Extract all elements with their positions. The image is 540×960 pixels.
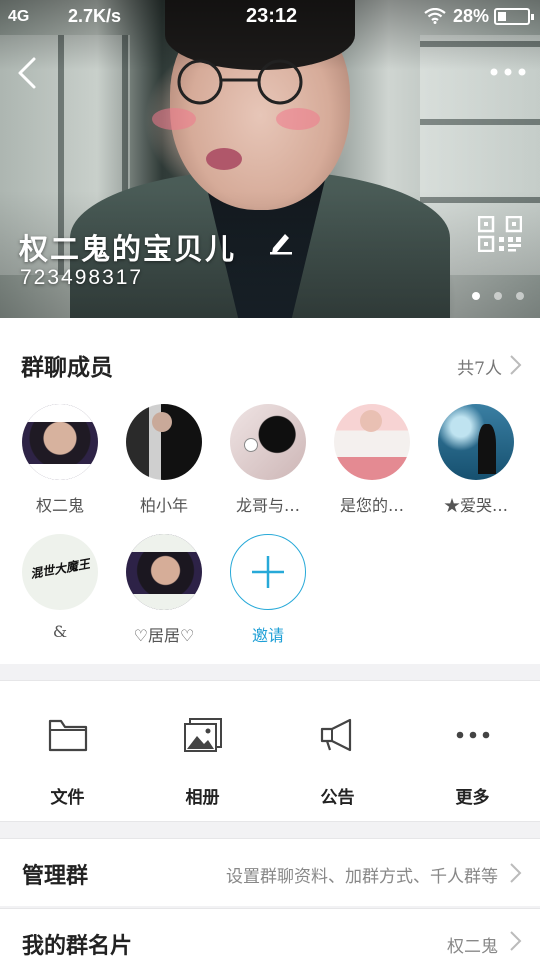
action-label: 文件 [50,788,85,808]
avatar [230,404,306,480]
row-label: 我的群名片 [22,933,133,959]
invite-label: 邀请 [251,626,284,645]
group-name: 权二鬼的宝贝儿 [19,232,237,266]
clock: 23:12 [246,5,298,27]
member-name: 龙哥与… [235,496,300,515]
manage-group-row[interactable]: 管理群 设置群聊资料、加群方式、千人群等 [0,838,540,906]
action-label: 更多 [455,788,490,808]
qr-code-icon[interactable] [478,216,522,252]
chevron-right-icon[interactable] [508,354,522,376]
wifi-icon [424,8,446,24]
row-label: 管理群 [22,863,89,889]
group-actions: 文件 相册 公告 更多 [0,680,540,822]
album-icon [184,718,222,752]
members-title: 群聊成员 [21,354,113,381]
member-item[interactable]: 柏小年 [114,404,214,516]
edit-pencil-icon[interactable] [268,231,294,255]
battery-icon [494,8,534,25]
member-item[interactable]: 权二鬼 [10,404,110,516]
battery-level [498,12,506,21]
network-indicator: 4G [8,8,30,25]
action-announcement[interactable]: 公告 [270,681,405,823]
member-item[interactable]: ★爱哭… [426,404,526,516]
avatar-calligraphy: 混世大魔王 [29,556,91,582]
member-name: 权二鬼 [35,496,84,515]
action-label: 相册 [185,788,220,808]
member-item[interactable]: ♡居居♡ [114,534,214,646]
more-horizontal-icon [456,731,490,739]
chevron-right-icon [510,863,522,883]
members-section: 群聊成员 共7人 权二鬼 柏小年 龙哥与… 是您的… ★爱哭… 混世大魔王 & … [0,318,540,664]
battery-percent: 28% [453,6,490,26]
member-name: 柏小年 [139,496,188,515]
folder-icon [48,719,88,752]
member-item[interactable]: 混世大魔王 & [10,534,110,641]
chevron-right-icon [510,931,522,951]
avatar [22,404,98,480]
member-name: 是您的… [339,496,404,515]
member-name: ♡居居♡ [133,626,195,645]
page-dot [494,292,502,300]
row-value: 权二鬼 [447,937,498,957]
add-icon[interactable] [230,534,306,610]
action-files[interactable]: 文件 [0,681,135,823]
member-item[interactable]: 是您的… [322,404,422,516]
invite-button[interactable]: 邀请 [218,534,318,646]
avatar [334,404,410,480]
status-bar: 4G 2.7K/s 23:12 28% [0,0,540,34]
action-label: 公告 [320,788,355,808]
page-dot-active [472,292,480,300]
group-id: 723498317 [20,266,144,289]
action-album[interactable]: 相册 [135,681,270,823]
cover-page-indicator [472,292,524,302]
avatar [126,534,202,610]
megaphone-icon [320,718,352,752]
avatar: 混世大魔王 [22,534,98,610]
member-name: & [52,622,68,641]
members-count[interactable]: 共7人 [457,354,502,379]
page-dot [516,292,524,300]
avatar [438,404,514,480]
action-more[interactable]: 更多 [405,681,540,823]
back-arrow-icon[interactable] [14,56,40,90]
avatar [126,404,202,480]
member-item[interactable]: 龙哥与… [218,404,318,516]
my-group-card-row[interactable]: 我的群名片 权二鬼 [0,908,540,960]
member-name: ★爱哭… [443,496,508,515]
more-dots-icon[interactable] [488,66,528,78]
network-speed: 2.7K/s [68,6,122,26]
row-value: 设置群聊资料、加群方式、千人群等 [226,867,498,887]
